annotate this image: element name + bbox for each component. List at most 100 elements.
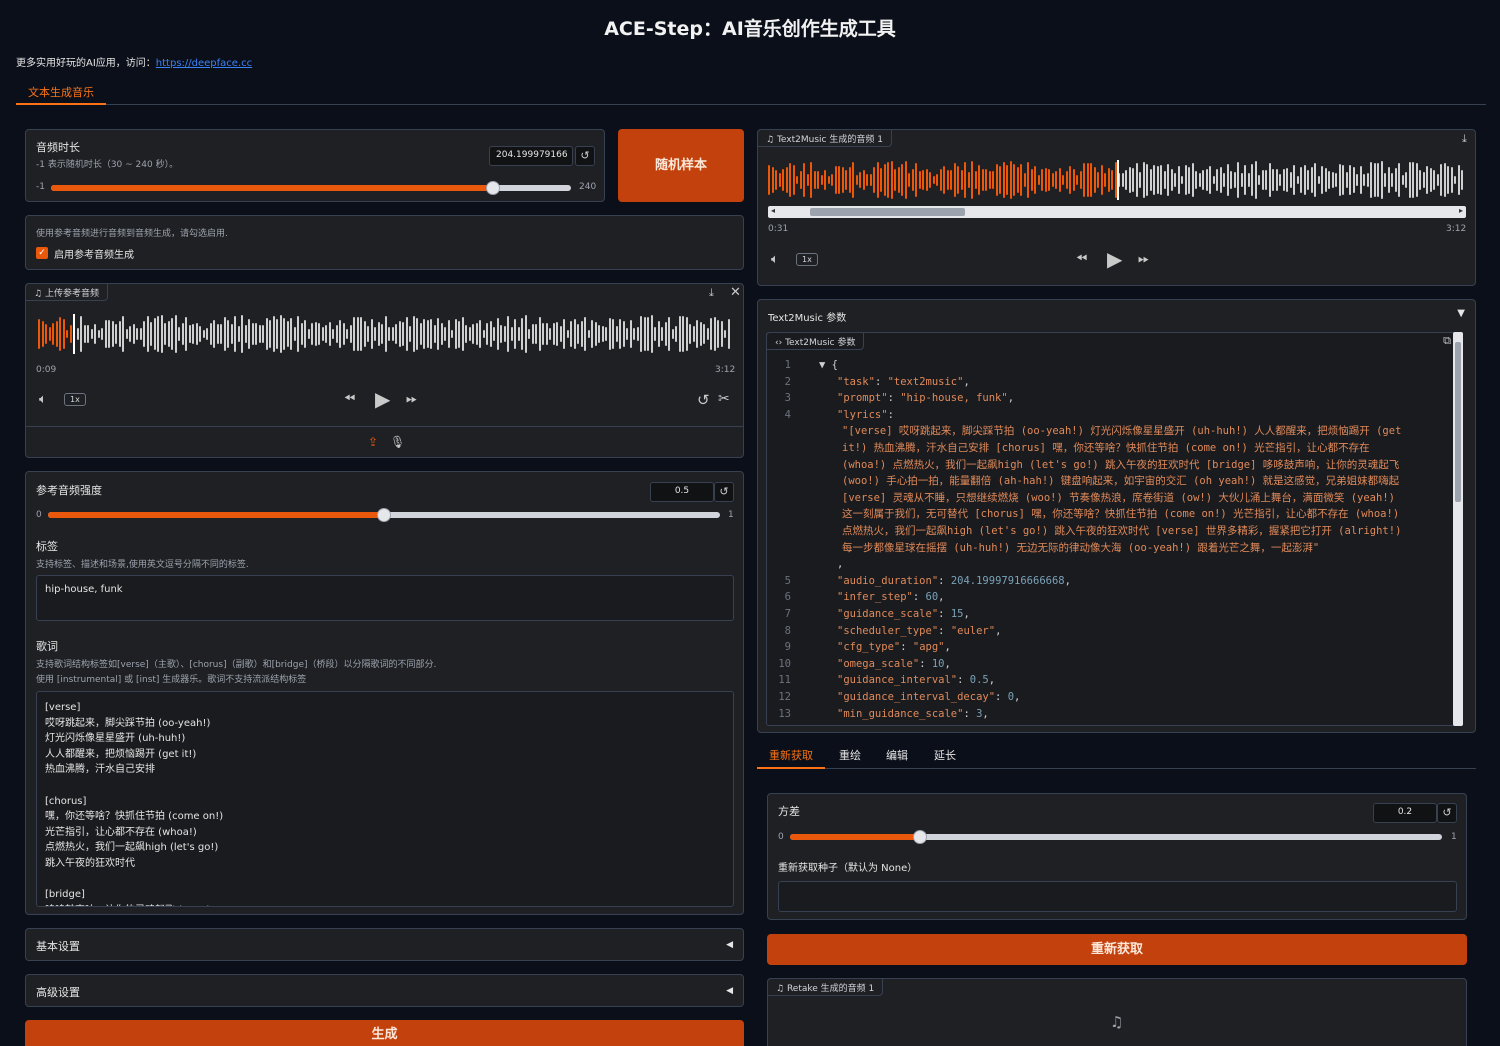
waveform-bar (925, 169, 928, 191)
waveform-bar (493, 327, 495, 341)
waveform-bar (929, 172, 931, 188)
waveform-bar (692, 326, 695, 342)
rewind-icon[interactable]: ⏪︎ (1076, 251, 1087, 267)
duration-reset-button[interactable]: ↺ (575, 146, 595, 166)
rewind-icon[interactable]: ⏪︎ (344, 391, 355, 407)
waveform-bar (967, 171, 970, 189)
waveform-bar (1076, 175, 1078, 185)
ref-strength-reset-button[interactable]: ↺ (714, 482, 734, 502)
tab-retake[interactable]: 重新获取 (757, 741, 825, 769)
fast-forward-icon[interactable]: ⏩︎ (1138, 251, 1149, 267)
ref-strength-slider[interactable] (48, 508, 720, 522)
variance-slider[interactable] (790, 830, 1442, 844)
play-icon[interactable]: ▶ (375, 387, 390, 411)
line-number: 6 (784, 591, 791, 604)
scissors-icon[interactable]: ✂ (718, 391, 730, 407)
tab-edit[interactable]: 编辑 (886, 741, 908, 769)
waveform-bar (1233, 171, 1236, 189)
waveform-bar (1317, 175, 1320, 185)
waveform-bar (458, 320, 460, 348)
waveform-bar (195, 323, 198, 345)
tags-input[interactable]: hip-house, funk (36, 575, 734, 621)
waveform-bar (1002, 161, 1005, 199)
params-scrollbar[interactable] (1453, 332, 1463, 726)
waveform-bar (304, 320, 306, 348)
close-icon[interactable]: ✕ (730, 285, 741, 300)
waveform-bar (297, 315, 299, 352)
waveform-bar (209, 322, 212, 346)
params-scrollbar-thumb[interactable] (1455, 342, 1461, 502)
waveform-bar (461, 317, 464, 351)
duration-slider[interactable] (51, 181, 571, 195)
scroll-right-icon[interactable]: ▸ (1459, 206, 1463, 215)
json-line: 10 "omega_scale": 10, (767, 656, 1447, 673)
fast-forward-icon[interactable]: ⏩︎ (406, 391, 417, 407)
waveform-bar (1433, 169, 1435, 191)
ref-audio-checkbox-label: 启用参考音频生成 (54, 250, 134, 261)
json-text: "guidance_scale": 15, (837, 608, 970, 620)
json-text: "min_guidance_scale": 3, (837, 707, 989, 720)
waveform-bar (423, 319, 425, 349)
waveform-bar (342, 323, 345, 345)
waveform-bar (950, 169, 952, 191)
output-waveform[interactable] (768, 160, 1466, 200)
waveform-bar (1184, 165, 1187, 195)
waveform-bar (412, 316, 415, 352)
intro-link[interactable]: https://deepface.cc (156, 58, 252, 69)
scroll-left-icon[interactable]: ◂ (771, 206, 775, 215)
variance-slider-thumb[interactable] (913, 830, 928, 844)
duration-slider-thumb[interactable] (486, 181, 500, 195)
waveform-bar (1125, 170, 1127, 190)
ref-strength-number-input[interactable]: 0.5 (650, 482, 714, 502)
copy-icon[interactable]: ⧉ (1443, 334, 1451, 348)
lyrics-label: 歌词 (36, 640, 58, 653)
upload-icon[interactable]: ⇪ (368, 435, 378, 449)
waveform-bar (1307, 170, 1309, 190)
tab-extend[interactable]: 延长 (934, 741, 956, 769)
tab-text2music[interactable]: 文本生成音乐 (16, 80, 106, 105)
undo-icon[interactable]: ↺ (697, 391, 710, 409)
waveform-bar (101, 327, 103, 341)
tab-repaint[interactable]: 重绘 (839, 741, 861, 769)
volume-icon[interactable]: 🔈︎ (39, 392, 47, 407)
variance-number-input[interactable]: 0.2 (1373, 803, 1437, 823)
download-icon[interactable]: ⤓ (709, 286, 714, 300)
advanced-settings-accordion[interactable]: 高级设置 ◀ (25, 974, 744, 1007)
ref-audio-checkbox[interactable]: ✓ (36, 247, 48, 259)
waveform-bar (1282, 168, 1285, 192)
generate-button[interactable]: 生成 (25, 1020, 744, 1046)
variance-reset-button[interactable]: ↺ (1437, 803, 1457, 823)
microphone-icon[interactable]: 🎙︎ (390, 435, 405, 449)
waveform-bar (503, 325, 506, 343)
play-icon[interactable]: ▶ (1107, 247, 1122, 271)
page-title: ACE-Step：AI音乐创作生成工具 (604, 18, 896, 40)
waveform-scrollbar[interactable]: ◂ ▸ (768, 206, 1466, 218)
duration-number-input[interactable]: 204.199979166 (489, 146, 573, 166)
collapse-caret-icon[interactable]: ▼ (1457, 308, 1465, 319)
waveform-bar (416, 317, 418, 351)
waveform-bar (1268, 162, 1271, 198)
waveform-bar (468, 327, 471, 341)
basic-settings-accordion[interactable]: 基本设置 ◀ (25, 928, 744, 961)
download-icon[interactable]: ⤓ (1462, 132, 1467, 146)
waveform-scrollbar-thumb[interactable] (810, 208, 965, 216)
waveform-bar (1139, 172, 1141, 188)
upload-speed-button[interactable]: 1x (64, 393, 86, 406)
waveform-bar (521, 318, 523, 350)
output-speed-button[interactable]: 1x (796, 253, 818, 266)
retake-button[interactable]: 重新获取 (767, 934, 1467, 965)
retake-seed-input[interactable] (778, 881, 1457, 912)
waveform-bar (430, 318, 432, 350)
waveform-bar (1429, 168, 1432, 192)
lyrics-textarea[interactable]: [verse] 哎呀跳起来，脚尖踩节拍 (oo-yeah!) 灯光闪烁像星星盛开 (… (36, 691, 734, 907)
upload-waveform[interactable] (38, 314, 733, 354)
waveform-bar (1345, 172, 1348, 188)
input-settings-panel: 参考音频强度 0.5 ↺ 0 1 标签 支持标签、描述和场景,使用英文逗号分隔不… (25, 471, 744, 915)
volume-icon[interactable]: 🔈︎ (771, 252, 779, 267)
ref-strength-slider-thumb[interactable] (377, 508, 391, 522)
line-number: 7 (784, 608, 791, 620)
waveform-bar (1146, 163, 1148, 197)
random-sample-button[interactable]: 随机样本 (618, 129, 744, 202)
waveform-bar (953, 163, 956, 197)
waveform-bar (799, 171, 802, 189)
